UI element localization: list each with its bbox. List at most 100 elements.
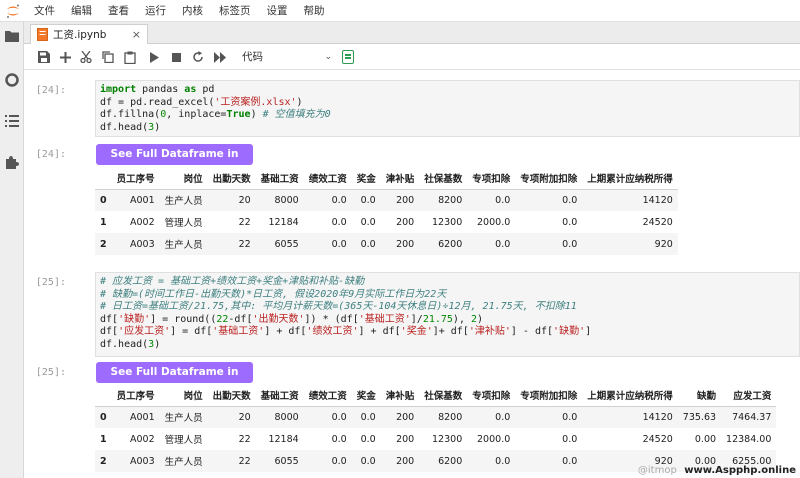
running-sessions-icon[interactable] [0,68,24,92]
row-index: 0 [95,189,112,211]
table-cell: 生产人员 [159,233,208,255]
menu-file[interactable]: 文件 [26,0,63,22]
table-cell: 管理人员 [164,435,203,446]
folder-icon[interactable] [0,24,24,48]
table-cell: 2000.0 [477,216,511,228]
table-cell: 24520 [642,216,673,228]
code-line: df.head(3) [100,121,161,133]
stop-kernel-icon[interactable] [168,49,184,65]
menu-edit[interactable]: 编辑 [63,0,100,22]
table-cell: 6200 [419,233,468,255]
table-cell: 0.0 [562,216,578,228]
output-prompt: [25]: [35,367,66,378]
column-header: 上期累计应纳税所得 [582,384,678,407]
row-index: 2 [95,233,112,255]
table-cell: 20 [207,406,256,428]
jupyter-logo-icon [0,0,26,22]
code-line: df = pd.read_excel('工资案例.xlsx') [100,96,303,108]
code-line: # 应发工资 = 基础工资+绩效工资+奖金+津贴和补贴-缺勤 [100,276,365,287]
close-icon[interactable]: × [132,28,141,41]
code-line: df['应发工资'] = df['基础工资'] + df['绩效工资'] + d… [100,326,592,337]
notebook-panel: [24]: import pandas as pd df = pd.read_e… [24,70,800,478]
run-cell-icon[interactable] [146,49,162,65]
table-cell: 735.63 [677,406,722,428]
table-cell: 12184 [268,216,299,228]
menu-run[interactable]: 运行 [137,0,174,22]
mito-button[interactable]: See Full Dataframe in Mito [96,144,253,181]
table-cell: A001 [111,189,160,211]
table-cell: 8200 [419,189,468,211]
table-header-row: 员工序号 岗位 出勤天数 基础工资 绩效工资 奖金 津补贴 社保基数 专项扣除 专项附加扣除 上期累… [95,384,777,407]
column-header [95,384,112,407]
cell-type-value: 代码 [242,51,263,63]
code-line: df.head(3) [100,338,161,350]
menu-view[interactable]: 查看 [100,0,137,22]
output-prompt: [24]: [35,149,66,160]
column-header: 津补贴 [380,384,420,407]
table-cell: 24520 [642,433,673,445]
table-cell: 0.0 [331,433,347,445]
menu-settings[interactable]: 设置 [259,0,296,22]
table-cell: 6200 [419,450,468,472]
column-header: 员工序号 [111,167,160,190]
column-header: 出勤天数 [207,167,256,190]
table-cell: 0.0 [360,216,376,228]
table-cell: 14120 [582,406,678,428]
code-cell-editor[interactable]: # 应发工资 = 基础工资+绩效工资+奖金+津贴和补贴-缺勤 # 缺勤=(时间工… [95,272,800,357]
table-cell: 22 [238,216,251,228]
column-header: 应发工资 [721,384,777,407]
table-cell: 8000 [255,406,304,428]
column-header: 绩效工资 [303,167,352,190]
table-cell: 6055 [255,233,304,255]
table-cell: 12300 [432,433,463,445]
menu-bar: 文件 编辑 查看 运行 内核 标签页 设置 帮助 [0,0,800,22]
menu-tabs[interactable]: 标签页 [211,0,259,22]
table-cell: 20 [207,189,256,211]
table-cell: 0.0 [515,189,583,211]
table-cell: 12300 [432,216,463,228]
menu-kernel[interactable]: 内核 [174,0,211,22]
tab-title: 工资.ipynb [53,29,107,41]
kernel-status-icon[interactable] [342,50,354,64]
table-of-contents-icon[interactable] [0,109,24,133]
table-cell: 200 [396,216,415,228]
table-cell: 22 [207,233,256,255]
code-line: df['缺勤'] = round((22-df['出勤天数']) * (df['… [100,313,484,325]
cell-type-select[interactable]: 代码 ⌄ [242,49,332,65]
add-cell-icon[interactable] [57,49,73,65]
restart-run-all-icon[interactable] [212,49,228,65]
column-header: 岗位 [159,167,208,190]
paste-icon[interactable] [122,49,138,65]
table-cell: 0.0 [515,233,583,255]
table-row: 1 A002 管理人员 22 12184 0.0 0.0 200 12300 2000.0 0.0 2… [95,211,678,233]
restart-kernel-icon[interactable] [190,49,206,65]
table-cell: 8200 [419,406,468,428]
table-cell: 0.0 [351,189,381,211]
menu-help[interactable]: 帮助 [296,0,333,22]
table-cell: A001 [111,406,160,428]
table-row: 0 A001 生产人员 20 8000 0.0 0.0 200 8200 0.0 0.0 14120 7… [95,406,777,428]
column-header: 专项扣除 [467,384,516,407]
table-cell: 生产人员 [159,189,208,211]
copy-icon[interactable] [100,49,116,65]
column-header: 专项附加扣除 [515,384,583,407]
watermark: @itmop www.Aspphp.online [638,465,796,476]
mito-button[interactable]: See Full Dataframe in Mito [96,362,253,399]
row-index: 1 [100,433,107,445]
column-header: 基础工资 [255,167,304,190]
table-cell: 200 [396,433,415,445]
column-header: 社保基数 [419,384,468,407]
left-sidebar [0,22,24,478]
column-header: 基础工资 [255,384,304,407]
table-cell: 0.0 [331,216,347,228]
code-line: import pandas as pd [100,84,215,95]
table-cell: 200 [380,233,420,255]
extensions-puzzle-icon[interactable] [0,150,24,174]
cut-icon[interactable] [78,49,94,65]
table-cell: 0.0 [467,450,516,472]
tab-notebook[interactable]: 工资.ipynb × [30,24,148,44]
code-cell-editor[interactable]: import pandas as pd df = pd.read_excel('… [95,80,800,137]
notebook-file-icon [37,28,48,41]
save-icon[interactable] [36,49,52,65]
column-header: 奖金 [351,167,381,190]
